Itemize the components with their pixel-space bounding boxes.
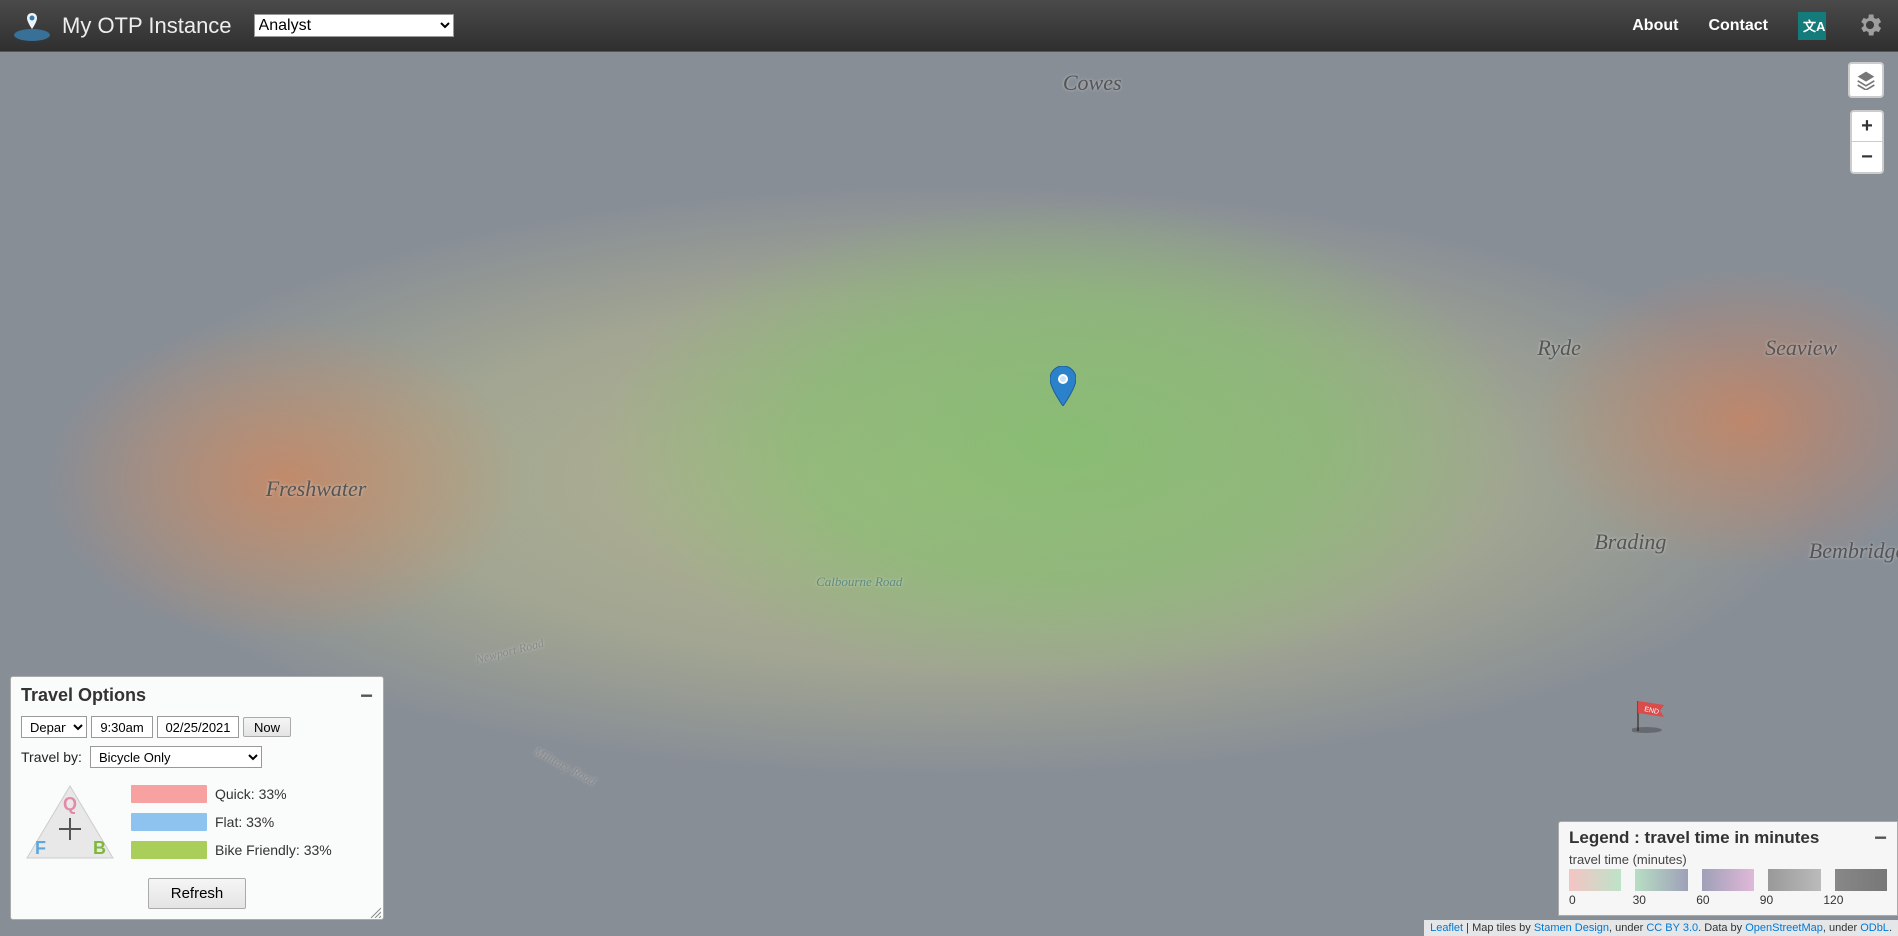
place-cowes: Cowes <box>1063 70 1122 96</box>
panel-minimize-button[interactable]: − <box>360 691 373 701</box>
stamen-link[interactable]: Stamen Design <box>1534 922 1609 934</box>
zoom-in-button[interactable]: + <box>1852 112 1882 142</box>
triangle-b: B <box>93 838 106 859</box>
legend-ticks: 0 30 60 90 120 <box>1569 893 1887 907</box>
cc-link[interactable]: CC BY 3.0 <box>1646 922 1698 934</box>
layers-button[interactable] <box>1848 62 1884 98</box>
gear-icon[interactable] <box>1856 11 1886 41</box>
triangle-cursor-icon[interactable] <box>59 818 81 840</box>
bar-bf-label: Bike Friendly: 33% <box>215 842 332 858</box>
place-seaview: Seaview <box>1765 335 1837 361</box>
zoom-out-button[interactable]: − <box>1852 142 1882 172</box>
road-calbourne: Calbourne Road <box>816 574 902 590</box>
nav-about[interactable]: About <box>1632 17 1678 35</box>
date-input[interactable] <box>157 716 239 738</box>
osm-link[interactable]: OpenStreetMap <box>1745 922 1823 934</box>
panel-title: Travel Options <box>21 685 146 706</box>
header-bar: My OTP Instance Analyst About Contact 文A <box>0 0 1898 52</box>
otp-logo-icon <box>12 9 52 43</box>
nav-contact[interactable]: Contact <box>1708 17 1768 35</box>
triangle-q: Q <box>63 794 77 815</box>
legend-panel: Legend : travel time in minutes − travel… <box>1558 821 1898 916</box>
mode-select[interactable]: Analyst <box>254 14 454 37</box>
depart-arrive-select[interactable]: Depart <box>21 716 87 738</box>
refresh-button[interactable]: Refresh <box>148 878 247 909</box>
swatch-flat <box>131 813 207 831</box>
bar-quick-label: Quick: 33% <box>215 786 287 802</box>
now-button[interactable]: Now <box>243 717 291 737</box>
svg-text:文A: 文A <box>1803 19 1826 34</box>
travel-options-panel: Travel Options − Depart Now Travel by: B… <box>10 676 384 920</box>
brand: My OTP Instance <box>12 9 254 43</box>
place-brading: Brading <box>1594 529 1666 555</box>
leaflet-link[interactable]: Leaflet <box>1430 922 1463 934</box>
time-input[interactable] <box>91 716 153 738</box>
panel-resize-handle[interactable] <box>369 905 381 917</box>
map[interactable]: Cowes Ryde Seaview Freshwater Brading Be… <box>0 52 1898 936</box>
travel-mode-select[interactable]: Bicycle Only <box>90 746 262 768</box>
legend-subtitle: travel time (minutes) <box>1569 852 1887 867</box>
legend-scale <box>1569 869 1887 891</box>
travel-by-label: Travel by: <box>21 749 82 765</box>
triangle-f: F <box>35 838 46 859</box>
app-title: My OTP Instance <box>62 13 232 39</box>
place-bembridge: Bembridge <box>1809 538 1898 564</box>
header-right: About Contact 文A <box>1632 11 1886 41</box>
end-flag-icon: END <box>1632 697 1672 733</box>
swatch-quick <box>131 785 207 803</box>
place-ryde: Ryde <box>1537 335 1581 361</box>
odbl-link[interactable]: ODbL <box>1860 922 1889 934</box>
language-icon[interactable]: 文A <box>1798 12 1826 40</box>
bike-triangle-widget[interactable]: Q F B <box>21 780 119 864</box>
origin-marker[interactable] <box>1050 366 1076 406</box>
zoom-control: + − <box>1850 110 1884 174</box>
legend-title: Legend : travel time in minutes <box>1569 828 1819 848</box>
map-attribution: Leaflet | Map tiles by Stamen Design, un… <box>1424 920 1898 936</box>
swatch-bike-friendly <box>131 841 207 859</box>
bar-flat-label: Flat: 33% <box>215 814 274 830</box>
place-freshwater: Freshwater <box>266 476 367 502</box>
bike-bars: Quick: 33% Flat: 33% Bike Friendly: 33% <box>131 785 373 859</box>
legend-minimize-button[interactable]: − <box>1874 833 1887 843</box>
